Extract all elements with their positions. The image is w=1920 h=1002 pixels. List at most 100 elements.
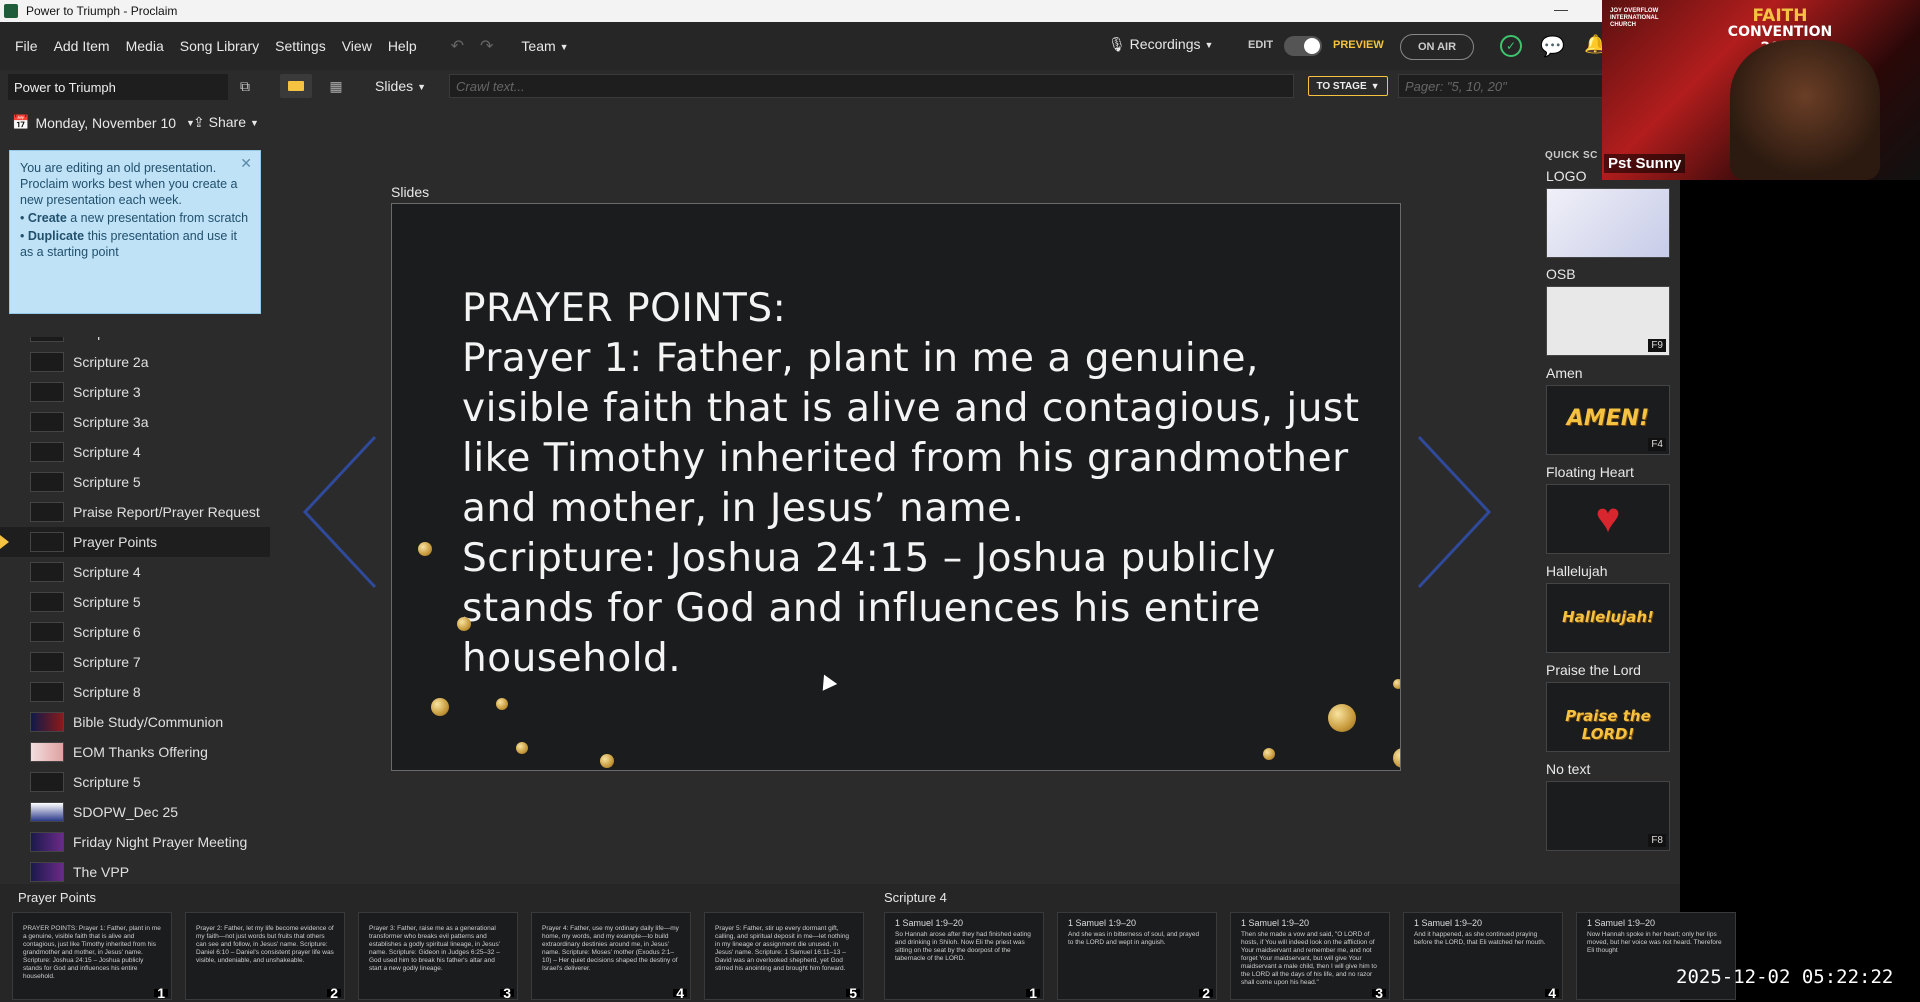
service-item[interactable]: Friday Night Prayer Meeting bbox=[0, 827, 270, 857]
grid-view-button[interactable]: ▦ bbox=[320, 74, 352, 98]
slide-thumbnail[interactable]: Prayer 2: Father, let my life become evi… bbox=[185, 912, 345, 1000]
service-item[interactable]: Scripture 5 bbox=[0, 587, 270, 617]
service-item[interactable]: Scripture 3a bbox=[0, 407, 270, 437]
service-item[interactable]: Praise Report/Prayer Request bbox=[0, 497, 270, 527]
old-presentation-notice: ✕ You are editing an old presentation. P… bbox=[9, 150, 261, 314]
gold-flake-decoration bbox=[1263, 747, 1275, 760]
service-item[interactable]: Scripture 4 bbox=[0, 437, 270, 467]
share-button[interactable]: ⇪ Share ▼ bbox=[193, 114, 259, 131]
slide-thumbnail[interactable]: 1 Samuel 1:9–20 So Hannah arose after the… bbox=[884, 912, 1044, 1000]
service-item-label: Praise Report/Prayer Request bbox=[73, 504, 260, 520]
slide-thumbnail[interactable]: 1 Samuel 1:9–20 And it happened, as she c… bbox=[1403, 912, 1563, 1000]
to-stage-label: TO STAGE bbox=[1316, 80, 1367, 92]
current-slide-preview[interactable]: PRAYER POINTS: Prayer 1: Father, plant in… bbox=[391, 203, 1401, 771]
quick-screen-thumbnail[interactable]: F8 bbox=[1546, 781, 1670, 851]
service-item[interactable]: Scripture 2 bbox=[0, 337, 270, 347]
quick-screen-thumbnail[interactable]: ♥ bbox=[1546, 484, 1670, 554]
crawl-text-input[interactable]: Crawl text... bbox=[449, 74, 1294, 98]
service-item[interactable]: Scripture 4 bbox=[0, 557, 270, 587]
preview-mode-label: PREVIEW bbox=[1333, 39, 1384, 51]
slide-thumbnail[interactable]: 1 Samuel 1:9–20 Then she made a vow and s… bbox=[1230, 912, 1390, 1000]
service-item-thumbnail bbox=[30, 772, 64, 792]
thumbnail-number: 4 bbox=[673, 986, 687, 999]
presentation-name-field[interactable]: Power to Triumph bbox=[8, 74, 228, 100]
slide-thumbnail[interactable]: 1 Samuel 1:9–20 And she was in bitterness… bbox=[1057, 912, 1217, 1000]
service-item[interactable]: Bible Study/Communion bbox=[0, 707, 270, 737]
slide-thumbnail[interactable]: PRAYER POINTS: Prayer 1: Father, plant i… bbox=[12, 912, 172, 1000]
service-item[interactable]: SDOPW_Dec 25 bbox=[0, 797, 270, 827]
chat-icon[interactable]: 💬 bbox=[1540, 34, 1565, 59]
service-item[interactable]: EOM Thanks Offering bbox=[0, 737, 270, 767]
recordings-dropdown[interactable]: 🎙 Recordings ▼ bbox=[1108, 36, 1213, 53]
menu-media[interactable]: Media bbox=[118, 38, 172, 54]
service-item[interactable]: Scripture 5 bbox=[0, 767, 270, 797]
pager-input[interactable]: Pager: "5, 10, 20" bbox=[1398, 74, 1608, 98]
slide-thumbnail-strip: Prayer Points Scripture 4 PRAYER POINTS:… bbox=[0, 884, 1736, 1002]
group-label-prayer-points: Prayer Points bbox=[18, 890, 97, 905]
service-item[interactable]: Scripture 7 bbox=[0, 647, 270, 677]
slides-dropdown[interactable]: Slides ▼ bbox=[375, 78, 426, 94]
service-item-list: Scripture 2 Scripture 2a Scripture 3 Script… bbox=[0, 337, 270, 882]
quick-screen-graphic-text: Hallelujah! bbox=[1562, 608, 1654, 626]
single-view-button[interactable] bbox=[280, 74, 312, 98]
open-window-icon[interactable]: ⧉ bbox=[240, 78, 250, 95]
close-icon[interactable]: ✕ bbox=[240, 155, 252, 171]
quick-screen-thumbnail[interactable]: Praise the LORD! bbox=[1546, 682, 1670, 752]
service-item-label: The VPP bbox=[73, 864, 130, 880]
heart-icon: ♥ bbox=[1595, 494, 1621, 541]
quick-screen-thumbnail[interactable]: Hallelujah! bbox=[1546, 583, 1670, 653]
team-label: Team bbox=[521, 38, 556, 54]
quick-screen-thumbnail[interactable]: F9 bbox=[1546, 286, 1670, 356]
quick-screen-thumbnail[interactable]: AMEN! F4 bbox=[1546, 385, 1670, 455]
service-item-label: Scripture 5 bbox=[73, 594, 141, 610]
redo-icon[interactable]: ↷ bbox=[472, 36, 501, 56]
service-item[interactable]: Prayer Points bbox=[0, 527, 270, 557]
quick-screen-label: No text bbox=[1546, 761, 1591, 777]
notice-create-option[interactable]: • Create a new presentation from scratch bbox=[20, 210, 250, 226]
chevron-down-icon: ▼ bbox=[1370, 81, 1380, 91]
duplicate-link[interactable]: Duplicate bbox=[28, 229, 84, 243]
slide-thumbnail[interactable]: Prayer 3: Father, raise me as a generati… bbox=[358, 912, 518, 1000]
menu-view[interactable]: View bbox=[334, 38, 380, 54]
create-link[interactable]: Create bbox=[28, 211, 67, 225]
menu-add-item[interactable]: Add Item bbox=[46, 38, 118, 54]
service-item-label: SDOPW_Dec 25 bbox=[73, 804, 179, 820]
next-slide-arrow-icon[interactable] bbox=[1414, 432, 1494, 592]
service-item[interactable]: The VPP bbox=[0, 857, 270, 882]
service-item[interactable]: Scripture 6 bbox=[0, 617, 270, 647]
team-dropdown[interactable]: Team ▼ bbox=[513, 38, 576, 54]
service-item[interactable]: Scripture 2a bbox=[0, 347, 270, 377]
service-item-thumbnail bbox=[30, 472, 64, 492]
service-item[interactable]: Scripture 8 bbox=[0, 677, 270, 707]
thumbnail-text: PRAYER POINTS: Prayer 1: Father, plant i… bbox=[23, 925, 161, 980]
service-item[interactable]: Scripture 5 bbox=[0, 467, 270, 497]
service-item[interactable]: Scripture 3 bbox=[0, 377, 270, 407]
gold-flake-decoration bbox=[600, 754, 614, 768]
slide-thumbnail[interactable]: Prayer 5: Father, stir up every dormant … bbox=[704, 912, 864, 1000]
service-item-thumbnail bbox=[30, 562, 64, 582]
shortcut-key-badge: F9 bbox=[1648, 339, 1666, 352]
quick-screen-label: Hallelujah bbox=[1546, 563, 1608, 579]
service-date-dropdown[interactable]: 📅 Monday, November 10 ▼ bbox=[12, 114, 195, 131]
slide-thumbnail[interactable]: Prayer 4: Father, use my ordinary daily … bbox=[531, 912, 691, 1000]
to-stage-button[interactable]: TO STAGE ▼ bbox=[1308, 76, 1388, 96]
undo-icon[interactable]: ↶ bbox=[443, 36, 472, 56]
quick-screen-thumbnail[interactable] bbox=[1546, 188, 1670, 258]
previous-slide-arrow-icon[interactable] bbox=[300, 432, 380, 592]
minimize-button[interactable]: — bbox=[1554, 1, 1568, 17]
menu-help[interactable]: Help bbox=[380, 38, 425, 54]
thumbnail-text: And it happened, as she continued prayin… bbox=[1414, 931, 1546, 946]
thumbnail-reference: 1 Samuel 1:9–20 bbox=[895, 918, 964, 928]
menu-settings[interactable]: Settings bbox=[267, 38, 334, 54]
menu-song-library[interactable]: Song Library bbox=[172, 38, 267, 54]
quick-screens-title: QUICK SC bbox=[1545, 150, 1598, 161]
notice-duplicate-option[interactable]: • Duplicate this presentation and use it… bbox=[20, 228, 250, 260]
service-item-thumbnail bbox=[30, 862, 64, 882]
thumbnail-reference: 1 Samuel 1:9–20 bbox=[1587, 918, 1656, 928]
edit-preview-toggle[interactable] bbox=[1284, 36, 1322, 56]
thumbnail-text: And she was in bitterness of soul, and p… bbox=[1068, 931, 1200, 946]
chevron-down-icon: ▼ bbox=[559, 42, 569, 53]
on-air-button[interactable]: ON AIR bbox=[1400, 34, 1474, 60]
status-check-icon[interactable]: ✓ bbox=[1500, 35, 1522, 57]
menu-file[interactable]: File bbox=[0, 38, 46, 54]
